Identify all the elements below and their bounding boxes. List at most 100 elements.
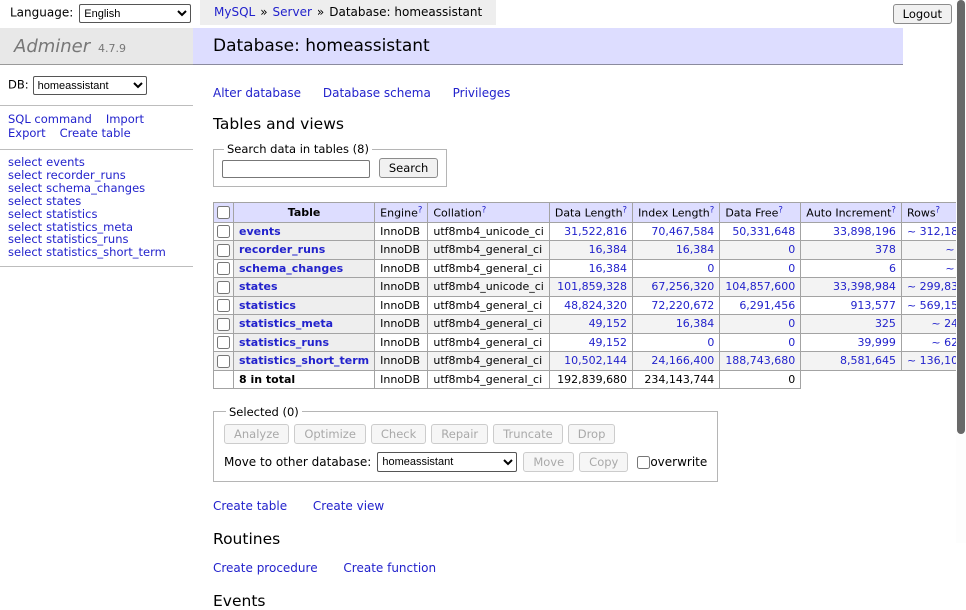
breadcrumb-link-mysql[interactable]: MySQL [214, 5, 255, 19]
select-link[interactable]: select [8, 207, 42, 221]
table-link[interactable]: states [239, 280, 278, 293]
truncate-button[interactable]: Truncate [493, 424, 563, 444]
optimize-button[interactable]: Optimize [294, 424, 366, 444]
data-length-link[interactable]: 10,502,144 [564, 354, 627, 367]
auto-increment-link[interactable]: 39,999 [857, 336, 896, 349]
row-checkbox[interactable] [217, 244, 230, 257]
row-checkbox[interactable] [217, 318, 230, 331]
move-button[interactable]: Move [523, 452, 574, 472]
index-length-link[interactable]: 0 [707, 262, 714, 275]
row-checkbox[interactable] [217, 262, 230, 275]
table-name-link[interactable]: recorder_runs [46, 168, 126, 182]
index-length-link[interactable]: 70,467,584 [651, 225, 714, 238]
select-link[interactable]: select [8, 232, 42, 246]
sidebar-link-sql-command[interactable]: SQL command [8, 112, 92, 126]
auto-increment-link[interactable]: 378 [875, 243, 896, 256]
data-free-link[interactable]: 104,857,600 [725, 280, 795, 293]
data-length-link[interactable]: 101,859,328 [557, 280, 627, 293]
table-link[interactable]: statistics_short_term [239, 354, 369, 367]
data-length-link[interactable]: 49,152 [589, 336, 628, 349]
column-help-link[interactable]: ? [710, 207, 715, 220]
select-link[interactable]: select [8, 220, 42, 234]
index-length-link[interactable]: 24,166,400 [651, 354, 714, 367]
data-free-link[interactable]: 0 [788, 317, 795, 330]
table-link[interactable]: events [239, 225, 281, 238]
row-checkbox[interactable] [217, 225, 230, 238]
index-length-link[interactable]: 67,256,320 [651, 280, 714, 293]
table-link[interactable]: statistics_runs [239, 336, 329, 349]
select-all-checkbox[interactable] [217, 206, 230, 219]
column-help-link[interactable]: ? [778, 207, 783, 220]
search-button[interactable]: Search [379, 158, 439, 178]
row-checkbox[interactable] [217, 355, 230, 368]
row-checkbox[interactable] [217, 336, 230, 349]
auto-increment-link[interactable]: 6 [889, 262, 896, 275]
column-help-link[interactable]: ? [482, 207, 487, 220]
row-checkbox[interactable] [217, 299, 230, 312]
search-input[interactable] [222, 160, 370, 178]
auto-increment-link[interactable]: 8,581,645 [840, 354, 896, 367]
data-length-link[interactable]: 16,384 [589, 243, 628, 256]
db-select[interactable]: homeassistant [33, 76, 147, 95]
data-free-link[interactable]: 6,291,456 [739, 299, 795, 312]
table-name-link[interactable]: statistics_runs [46, 232, 128, 246]
index-length-link[interactable]: 16,384 [676, 243, 715, 256]
overwrite-checkbox[interactable] [637, 456, 650, 469]
index-length-link[interactable]: 16,384 [676, 317, 715, 330]
analyze-button[interactable]: Analyze [224, 424, 289, 444]
row-checkbox[interactable] [217, 281, 230, 294]
data-free-link[interactable]: 0 [788, 243, 795, 256]
select-link[interactable]: select [8, 194, 42, 208]
data-free-link[interactable]: 50,331,648 [732, 225, 795, 238]
select-link[interactable]: select [8, 168, 42, 182]
auto-increment-link[interactable]: 33,398,984 [833, 280, 896, 293]
table-name-link[interactable]: statistics [46, 207, 97, 221]
column-help-link[interactable]: ? [891, 207, 896, 220]
column-help-link[interactable]: ? [418, 207, 423, 220]
data-free-link[interactable]: 0 [788, 262, 795, 275]
table-link[interactable]: recorder_runs [239, 243, 325, 256]
breadcrumb-link-server[interactable]: Server [273, 5, 312, 19]
privileges-link[interactable]: Privileges [453, 86, 511, 100]
data-length-link[interactable]: 16,384 [589, 262, 628, 275]
table-link[interactable]: statistics [239, 299, 296, 312]
sidebar-link-import[interactable]: Import [106, 112, 144, 126]
move-db-select[interactable]: homeassistant [377, 452, 517, 472]
auto-increment-link[interactable]: 33,898,196 [833, 225, 896, 238]
column-help-link[interactable]: ? [623, 207, 628, 220]
index-length-link[interactable]: 72,220,672 [651, 299, 714, 312]
select-link[interactable]: select [8, 181, 42, 195]
table-name-link[interactable]: statistics_meta [46, 220, 133, 234]
scrollbar-thumb[interactable] [957, 0, 965, 434]
table-name-link[interactable]: statistics_short_term [46, 245, 166, 259]
data-free-link[interactable]: 0 [788, 336, 795, 349]
repair-button[interactable]: Repair [431, 424, 488, 444]
sidebar-link-export[interactable]: Export [8, 126, 46, 140]
drop-button[interactable]: Drop [568, 424, 616, 444]
index-length-link[interactable]: 0 [707, 336, 714, 349]
alter-database-link[interactable]: Alter database [213, 86, 301, 100]
create-view-link[interactable]: Create view [313, 499, 384, 513]
data-length-link[interactable]: 48,824,320 [564, 299, 627, 312]
select-link[interactable]: select [8, 155, 42, 169]
check-button[interactable]: Check [371, 424, 426, 444]
table-name-link[interactable]: events [46, 155, 85, 169]
select-link[interactable]: select [8, 245, 42, 259]
table-link[interactable]: statistics_meta [239, 317, 333, 330]
language-select[interactable]: English [79, 4, 191, 23]
auto-increment-link[interactable]: 325 [875, 317, 896, 330]
vertical-scrollbar[interactable] [956, 0, 966, 543]
create-table-link[interactable]: Create table [213, 499, 287, 513]
table-name-link[interactable]: states [46, 194, 81, 208]
database-schema-link[interactable]: Database schema [323, 86, 431, 100]
data-length-link[interactable]: 49,152 [589, 317, 628, 330]
table-link[interactable]: schema_changes [239, 262, 343, 275]
auto-increment-link[interactable]: 913,577 [850, 299, 896, 312]
table-name-link[interactable]: schema_changes [46, 181, 145, 195]
sidebar-link-create-table[interactable]: Create table [60, 126, 131, 140]
data-free-link[interactable]: 188,743,680 [725, 354, 795, 367]
logo-title[interactable]: Adminer [14, 36, 90, 57]
copy-button[interactable]: Copy [579, 452, 628, 472]
data-length-link[interactable]: 31,522,816 [564, 225, 627, 238]
logout-button[interactable]: Logout [893, 4, 952, 24]
